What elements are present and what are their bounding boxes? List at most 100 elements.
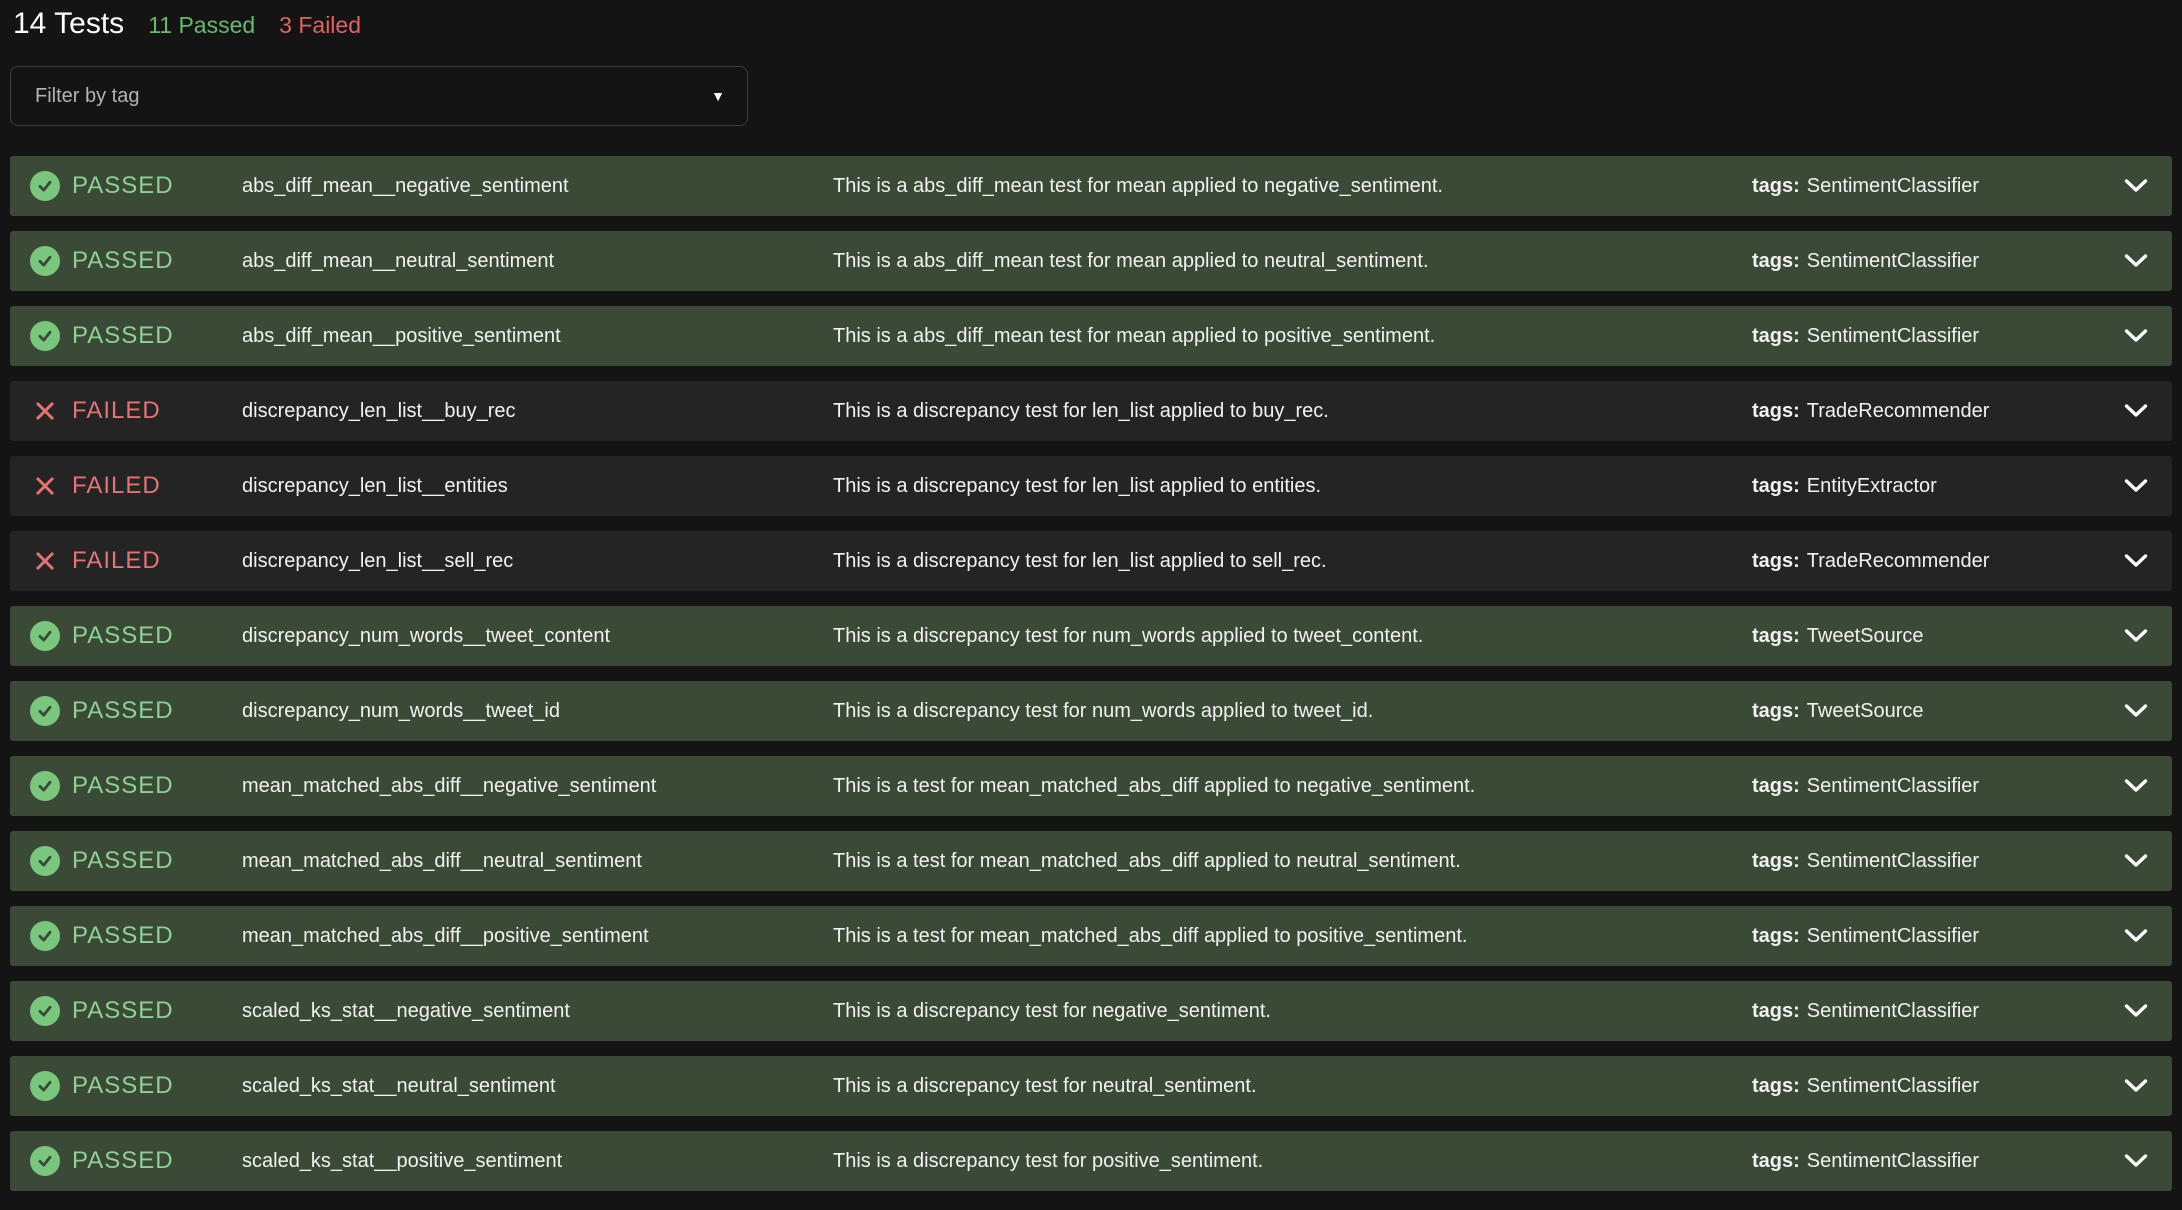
status-label: PASSED [72, 1147, 174, 1175]
chevron-down-icon [2124, 704, 2148, 718]
test-row-mean_matched_abs_diff__positive_sentiment[interactable]: PASSED mean_matched_abs_diff__positive_s… [10, 906, 2172, 966]
chevron-down-icon [2124, 1004, 2148, 1018]
expand-chevron[interactable] [2124, 404, 2148, 418]
test-row-scaled_ks_stat__neutral_sentiment[interactable]: PASSED scaled_ks_stat__neutral_sentiment… [10, 1056, 2172, 1116]
filter-by-tag-dropdown[interactable]: Filter by tag ▼ [10, 66, 748, 126]
expand-chevron[interactable] [2124, 329, 2148, 343]
tags-value: SentimentClassifier [1807, 925, 1979, 948]
tags-label: tags: [1752, 775, 1800, 798]
check-circle-icon [30, 246, 60, 276]
expand-chevron[interactable] [2124, 254, 2148, 268]
test-description: This is a discrepancy test for positive_… [833, 1150, 1752, 1173]
status-icon [30, 171, 60, 201]
chevron-down-icon [2124, 779, 2148, 793]
expand-chevron[interactable] [2124, 779, 2148, 793]
status-label: PASSED [72, 997, 174, 1025]
test-name: discrepancy_num_words__tweet_content [242, 625, 833, 648]
status-icon [30, 696, 60, 726]
status-cell: PASSED [30, 921, 242, 951]
test-list: PASSED abs_diff_mean__negative_sentiment… [10, 156, 2172, 1191]
expand-chevron[interactable] [2124, 179, 2148, 193]
test-description: This is a test for mean_matched_abs_diff… [833, 775, 1752, 798]
status-label: PASSED [72, 847, 174, 875]
test-description: This is a discrepancy test for negative_… [833, 1000, 1752, 1023]
test-name: abs_diff_mean__positive_sentiment [242, 325, 833, 348]
status-label: FAILED [72, 397, 161, 425]
summary-header: 14 Tests 11 Passed 3 Failed [10, 6, 2172, 42]
tags-cell: tags: TradeRecommender [1752, 400, 2124, 423]
expand-chevron[interactable] [2124, 704, 2148, 718]
test-row-discrepancy_num_words__tweet_id[interactable]: PASSED discrepancy_num_words__tweet_id T… [10, 681, 2172, 741]
check-circle-icon [30, 696, 60, 726]
test-row-scaled_ks_stat__positive_sentiment[interactable]: PASSED scaled_ks_stat__positive_sentimen… [10, 1131, 2172, 1191]
test-name: mean_matched_abs_diff__neutral_sentiment [242, 850, 833, 873]
tags-label: tags: [1752, 625, 1800, 648]
expand-chevron[interactable] [2124, 1004, 2148, 1018]
status-label: PASSED [72, 697, 174, 725]
status-icon [30, 621, 60, 651]
status-cell: PASSED [30, 846, 242, 876]
test-row-mean_matched_abs_diff__neutral_sentiment[interactable]: PASSED mean_matched_abs_diff__neutral_se… [10, 831, 2172, 891]
test-row-discrepancy_len_list__entities[interactable]: FAILED discrepancy_len_list__entities Th… [10, 456, 2172, 516]
test-description: This is a discrepancy test for num_words… [833, 625, 1752, 648]
status-cell: PASSED [30, 1071, 242, 1101]
status-cell: PASSED [30, 1146, 242, 1176]
status-icon [30, 321, 60, 351]
tags-value: TradeRecommender [1807, 400, 1990, 423]
status-icon [30, 771, 60, 801]
x-icon [34, 475, 56, 497]
tags-value: SentimentClassifier [1807, 325, 1979, 348]
test-description: This is a test for mean_matched_abs_diff… [833, 850, 1752, 873]
tags-cell: tags: SentimentClassifier [1752, 1000, 2124, 1023]
tags-value: SentimentClassifier [1807, 1000, 1979, 1023]
status-label: PASSED [72, 1072, 174, 1100]
status-cell: FAILED [30, 471, 242, 501]
status-cell: PASSED [30, 246, 242, 276]
chevron-down-icon [2124, 479, 2148, 493]
tags-cell: tags: TweetSource [1752, 625, 2124, 648]
chevron-down-icon [2124, 254, 2148, 268]
status-label: FAILED [72, 472, 161, 500]
chevron-down-icon [2124, 179, 2148, 193]
tags-value: EntityExtractor [1807, 475, 1937, 498]
test-row-discrepancy_num_words__tweet_content[interactable]: PASSED discrepancy_num_words__tweet_cont… [10, 606, 2172, 666]
tags-cell: tags: SentimentClassifier [1752, 850, 2124, 873]
expand-chevron[interactable] [2124, 1154, 2148, 1168]
status-label: FAILED [72, 547, 161, 575]
test-name: abs_diff_mean__negative_sentiment [242, 175, 833, 198]
tags-value: SentimentClassifier [1807, 850, 1979, 873]
test-description: This is a abs_diff_mean test for mean ap… [833, 325, 1752, 348]
test-dashboard: 14 Tests 11 Passed 3 Failed Filter by ta… [0, 0, 2182, 1191]
status-cell: PASSED [30, 696, 242, 726]
test-row-mean_matched_abs_diff__negative_sentiment[interactable]: PASSED mean_matched_abs_diff__negative_s… [10, 756, 2172, 816]
test-row-discrepancy_len_list__buy_rec[interactable]: FAILED discrepancy_len_list__buy_rec Thi… [10, 381, 2172, 441]
expand-chevron[interactable] [2124, 479, 2148, 493]
chevron-down-icon [2124, 404, 2148, 418]
test-row-abs_diff_mean__negative_sentiment[interactable]: PASSED abs_diff_mean__negative_sentiment… [10, 156, 2172, 216]
test-name: discrepancy_len_list__sell_rec [242, 550, 833, 573]
expand-chevron[interactable] [2124, 929, 2148, 943]
expand-chevron[interactable] [2124, 1079, 2148, 1093]
status-cell: FAILED [30, 546, 242, 576]
tags-value: SentimentClassifier [1807, 1150, 1979, 1173]
tags-cell: tags: SentimentClassifier [1752, 1075, 2124, 1098]
expand-chevron[interactable] [2124, 629, 2148, 643]
expand-chevron[interactable] [2124, 854, 2148, 868]
status-label: PASSED [72, 322, 174, 350]
tags-cell: tags: SentimentClassifier [1752, 325, 2124, 348]
status-label: PASSED [72, 622, 174, 650]
test-row-discrepancy_len_list__sell_rec[interactable]: FAILED discrepancy_len_list__sell_rec Th… [10, 531, 2172, 591]
expand-chevron[interactable] [2124, 554, 2148, 568]
test-row-abs_diff_mean__positive_sentiment[interactable]: PASSED abs_diff_mean__positive_sentiment… [10, 306, 2172, 366]
tags-label: tags: [1752, 400, 1800, 423]
tags-cell: tags: TradeRecommender [1752, 550, 2124, 573]
chevron-down-icon [2124, 929, 2148, 943]
tags-label: tags: [1752, 1000, 1800, 1023]
tags-label: tags: [1752, 475, 1800, 498]
filter-placeholder: Filter by tag [35, 85, 139, 108]
test-row-scaled_ks_stat__negative_sentiment[interactable]: PASSED scaled_ks_stat__negative_sentimen… [10, 981, 2172, 1041]
test-description: This is a discrepancy test for len_list … [833, 400, 1752, 423]
test-description: This is a discrepancy test for len_list … [833, 475, 1752, 498]
test-row-abs_diff_mean__neutral_sentiment[interactable]: PASSED abs_diff_mean__neutral_sentiment … [10, 231, 2172, 291]
status-icon [30, 921, 60, 951]
